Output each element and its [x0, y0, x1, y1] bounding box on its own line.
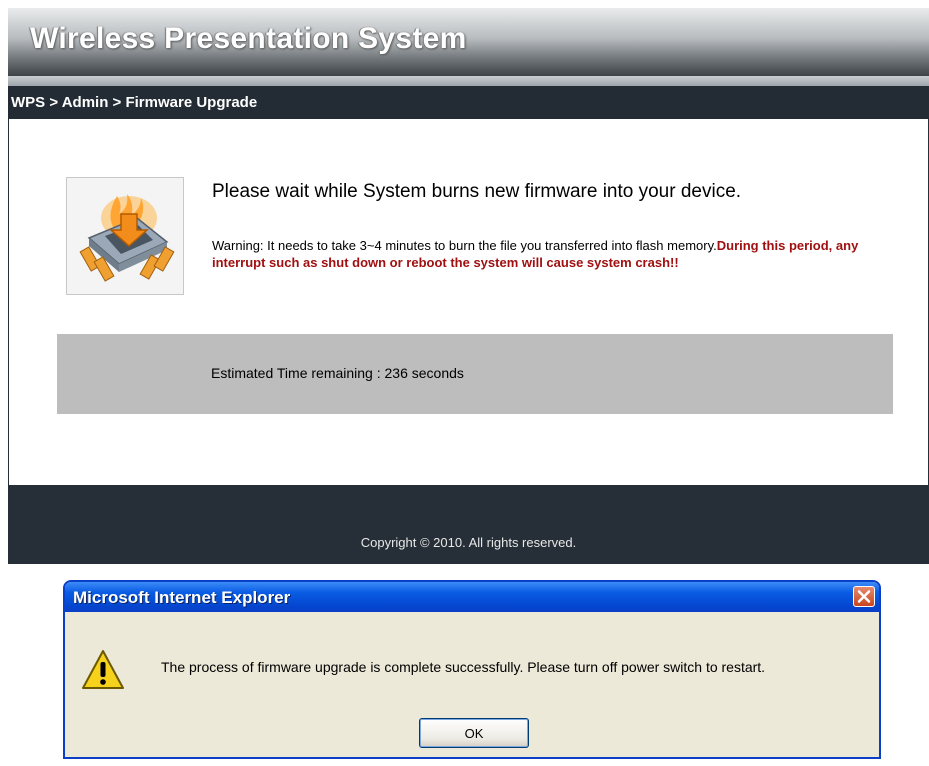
- dialog-title: Microsoft Internet Explorer: [73, 588, 291, 607]
- firmware-chip-icon: [66, 177, 184, 295]
- copyright: Copyright © 2010. All rights reserved.: [360, 535, 577, 550]
- header-banner: Wireless Presentation System: [8, 8, 929, 76]
- wait-heading: Please wait while System burns new firmw…: [212, 181, 742, 202]
- app-title: Wireless Presentation System: [30, 22, 467, 55]
- breadcrumb: WPS > Admin > Firmware Upgrade: [11, 94, 258, 111]
- web-page: Wireless Presentation System WPS > Admin…: [8, 8, 929, 564]
- warning-text: Warning: It needs to take 3~4 minutes to…: [212, 238, 717, 253]
- time-remaining: Estimated Time remaining : 236 seconds: [211, 365, 464, 381]
- time-remaining-panel: Estimated Time remaining : 236 seconds: [57, 334, 893, 414]
- dialog-message: The process of firmware upgrade is compl…: [161, 659, 766, 675]
- close-icon[interactable]: [853, 586, 875, 607]
- warning-message: Warning: It needs to take 3~4 minutes to…: [212, 237, 902, 271]
- dialog-body: The process of firmware upgrade is compl…: [65, 612, 879, 757]
- dialog-titlebar[interactable]: Microsoft Internet Explorer: [65, 582, 879, 612]
- ok-button[interactable]: OK: [419, 718, 529, 748]
- main-content: Please wait while System burns new firmw…: [8, 119, 929, 485]
- header-strip: [8, 76, 929, 86]
- warning-icon: [81, 648, 125, 692]
- alert-dialog: Microsoft Internet Explorer The process …: [63, 580, 881, 759]
- footer: Copyright © 2010. All rights reserved.: [8, 485, 929, 564]
- breadcrumb-bar: WPS > Admin > Firmware Upgrade: [8, 86, 929, 119]
